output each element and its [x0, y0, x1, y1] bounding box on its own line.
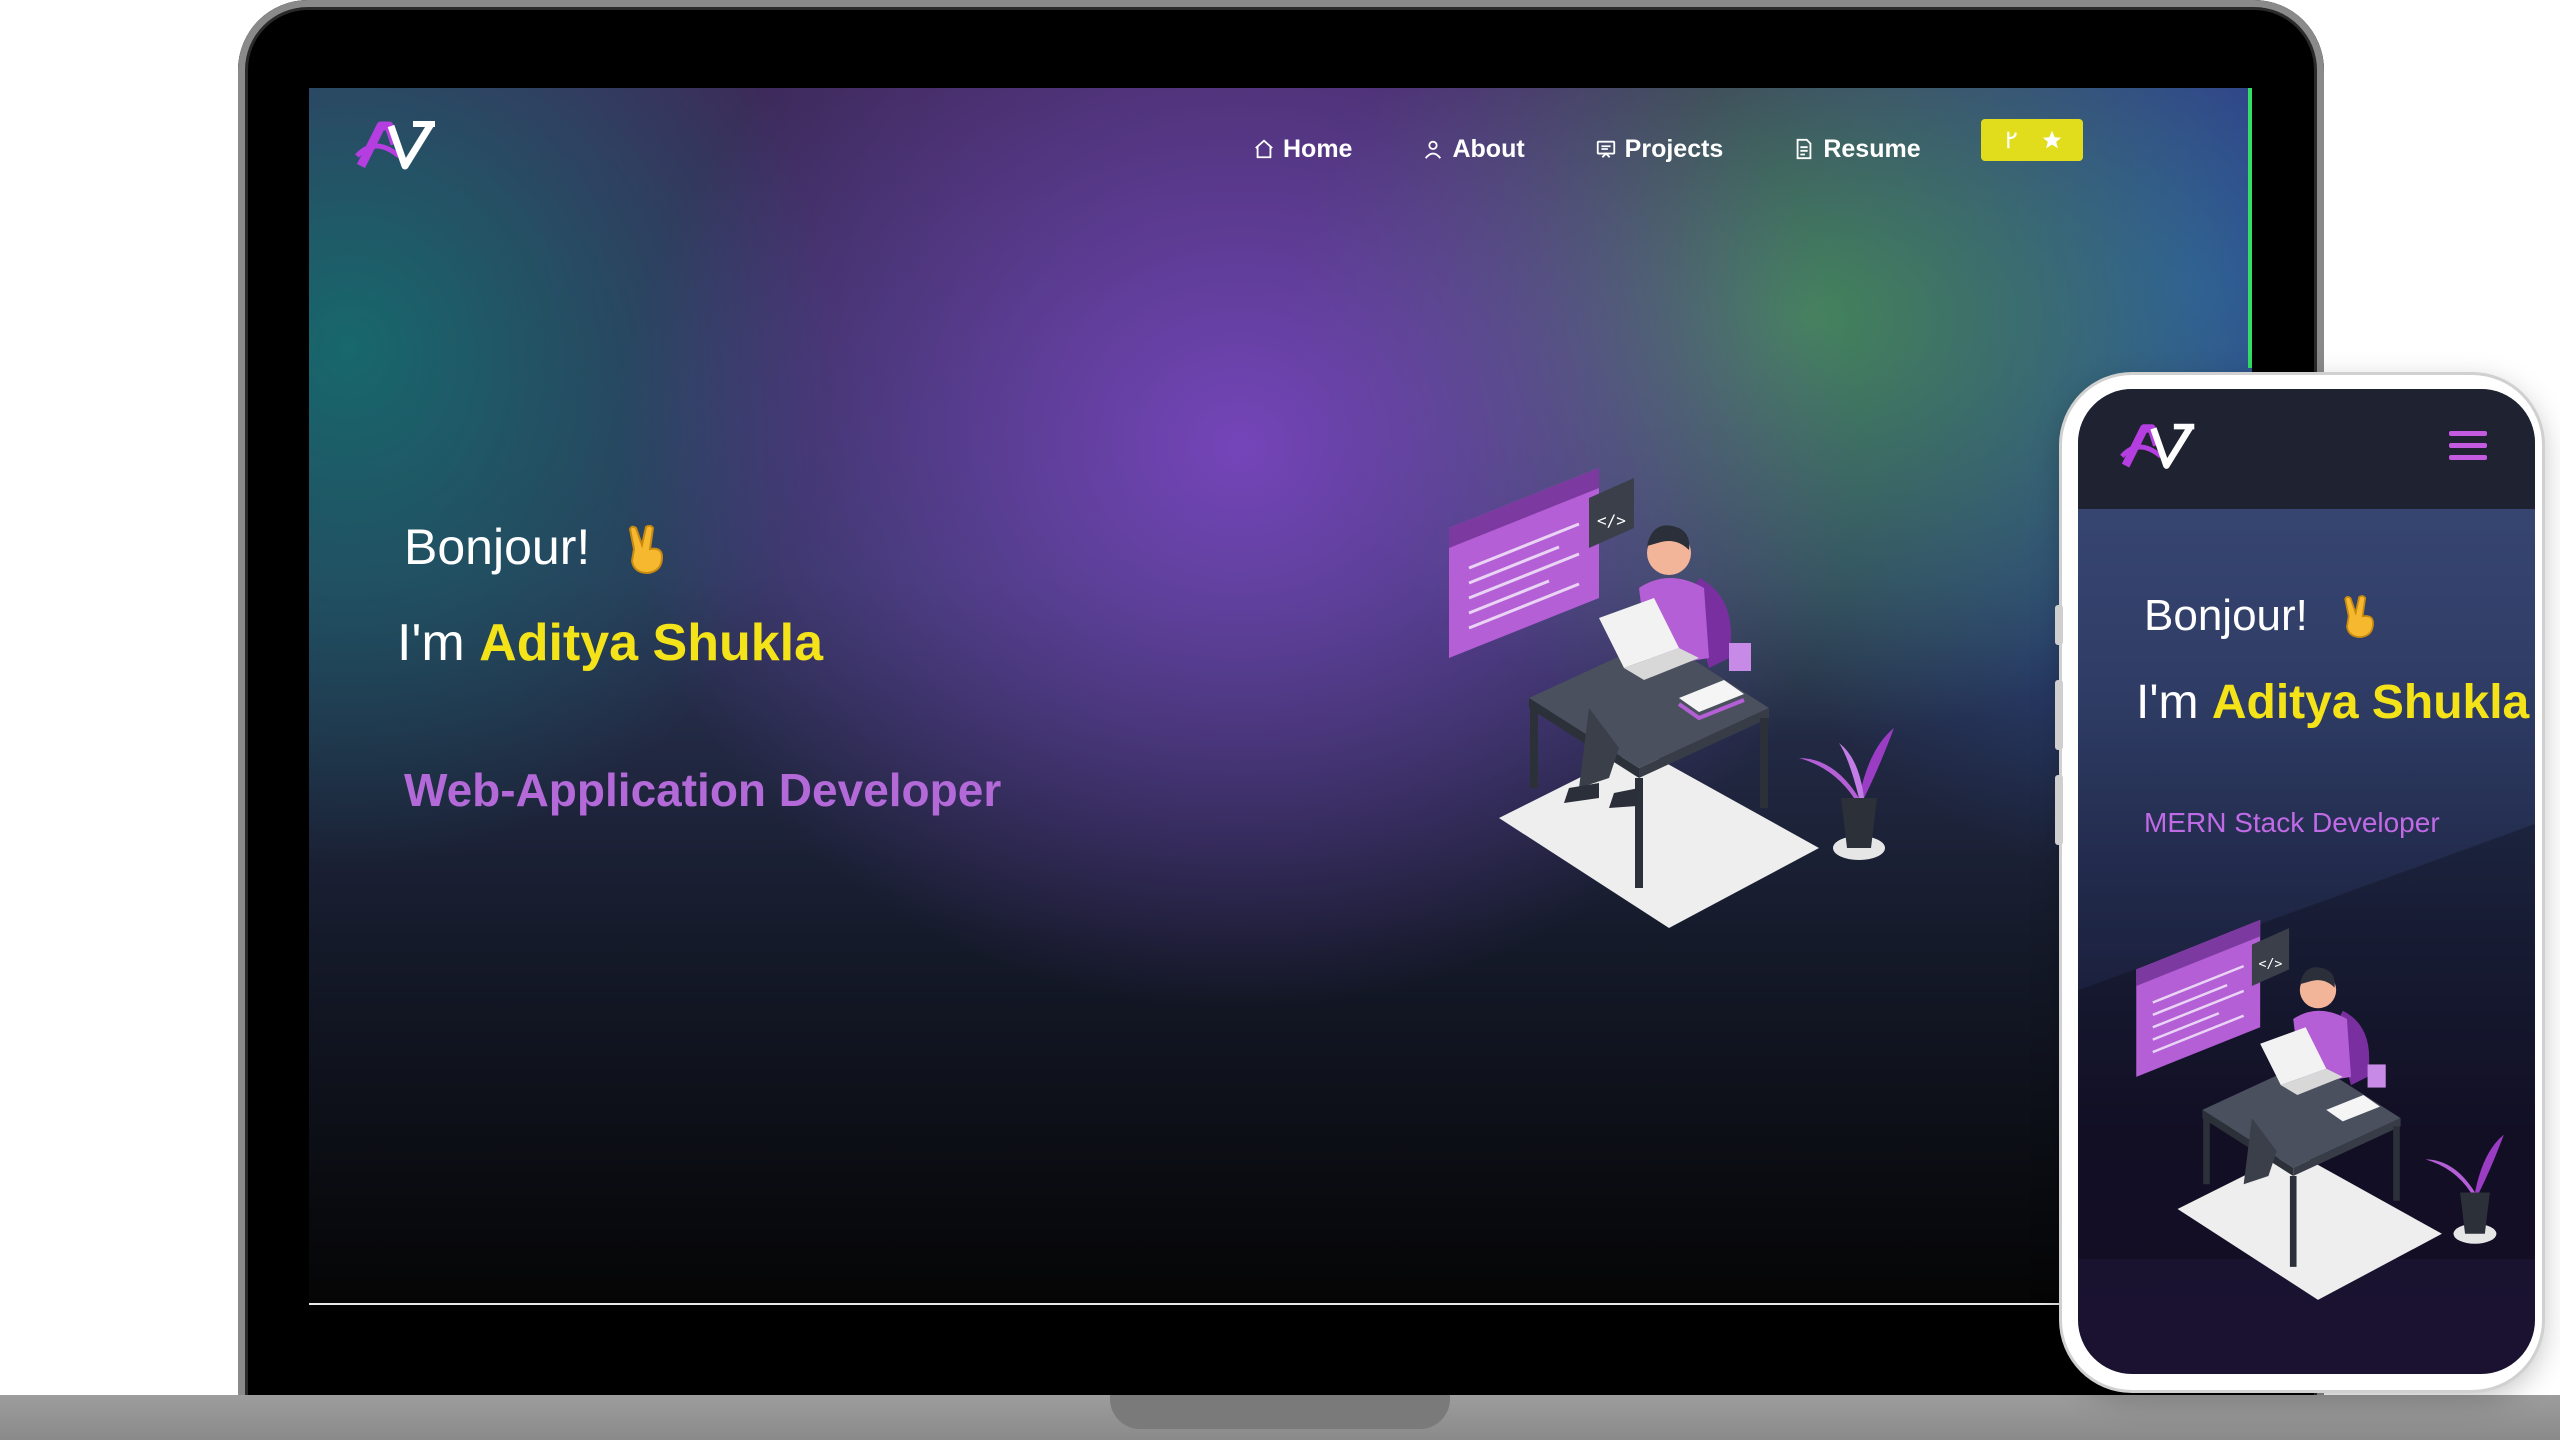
intro-prefix: I'm: [397, 614, 465, 672]
github-star-button[interactable]: [1981, 119, 2083, 161]
mobile-hero-intro: I'm Aditya Shukla: [2136, 675, 2529, 730]
nav-resume-label: Resume: [1823, 134, 1921, 163]
user-icon: [1425, 140, 1442, 159]
phone-volume-down: [2055, 775, 2063, 845]
git-fork-icon: [2007, 131, 2017, 149]
nav-home[interactable]: Home: [1253, 135, 1352, 164]
mobile-hero-role: MERN Stack Developer: [2144, 807, 2440, 838]
mobile-screen: Bonjour! I'm Aditya Shukla MERN Stack De…: [2078, 389, 2535, 1374]
home-icon: [1255, 139, 1273, 159]
hero-name: Aditya Shukla: [479, 614, 824, 672]
logo-icon[interactable]: [355, 116, 439, 176]
mobile-hero-name: Aditya Shukla: [2211, 676, 2530, 729]
mobile-victory-hand-icon: [2344, 595, 2375, 639]
nav-projects[interactable]: Projects: [1595, 134, 1724, 164]
projects-icon: [1596, 140, 1615, 158]
developer-illustration: </>: [1449, 468, 1894, 928]
phone-volume-up: [2055, 680, 2063, 750]
nav-about[interactable]: About: [1422, 134, 1525, 164]
nav-about-label: About: [1452, 134, 1525, 163]
screen-divider: [309, 1303, 2252, 1305]
star-icon: [2042, 130, 2062, 149]
mobile-intro-prefix: I'm: [2136, 676, 2199, 729]
nav-home-label: Home: [1283, 134, 1353, 163]
screen-edge: [2248, 88, 2252, 368]
hero-role: Web-Application Developer: [404, 764, 1002, 816]
mobile-navbar: [2078, 389, 2535, 509]
desktop-screen: Home About Projects Resume Bonjour! I'm …: [309, 88, 2252, 1305]
nav-resume[interactable]: Resume: [1793, 134, 1921, 164]
mobile-greeting-text: Bonjour!: [2144, 591, 2308, 640]
hamburger-icon[interactable]: [2449, 431, 2487, 461]
victory-hand-icon: [629, 524, 664, 574]
mobile-logo-icon[interactable]: [2120, 419, 2198, 475]
hero-intro: I'm Aditya Shukla: [397, 613, 823, 673]
hero-greeting: Bonjour!: [404, 518, 670, 577]
document-icon: [1797, 138, 1812, 160]
greeting-text: Bonjour!: [404, 519, 591, 575]
phone-side-button: [2055, 605, 2063, 645]
mobile-developer-illustration: </>: [2136, 919, 2504, 1300]
nav-projects-label: Projects: [1624, 134, 1724, 163]
laptop-notch: [1110, 1395, 1450, 1429]
svg-text:</>: </>: [1597, 511, 1626, 530]
mobile-hero-greeting: Bonjour!: [2144, 591, 2380, 641]
svg-text:</>: </>: [2259, 957, 2283, 972]
main-nav: Home About Projects Resume: [1253, 126, 1921, 172]
